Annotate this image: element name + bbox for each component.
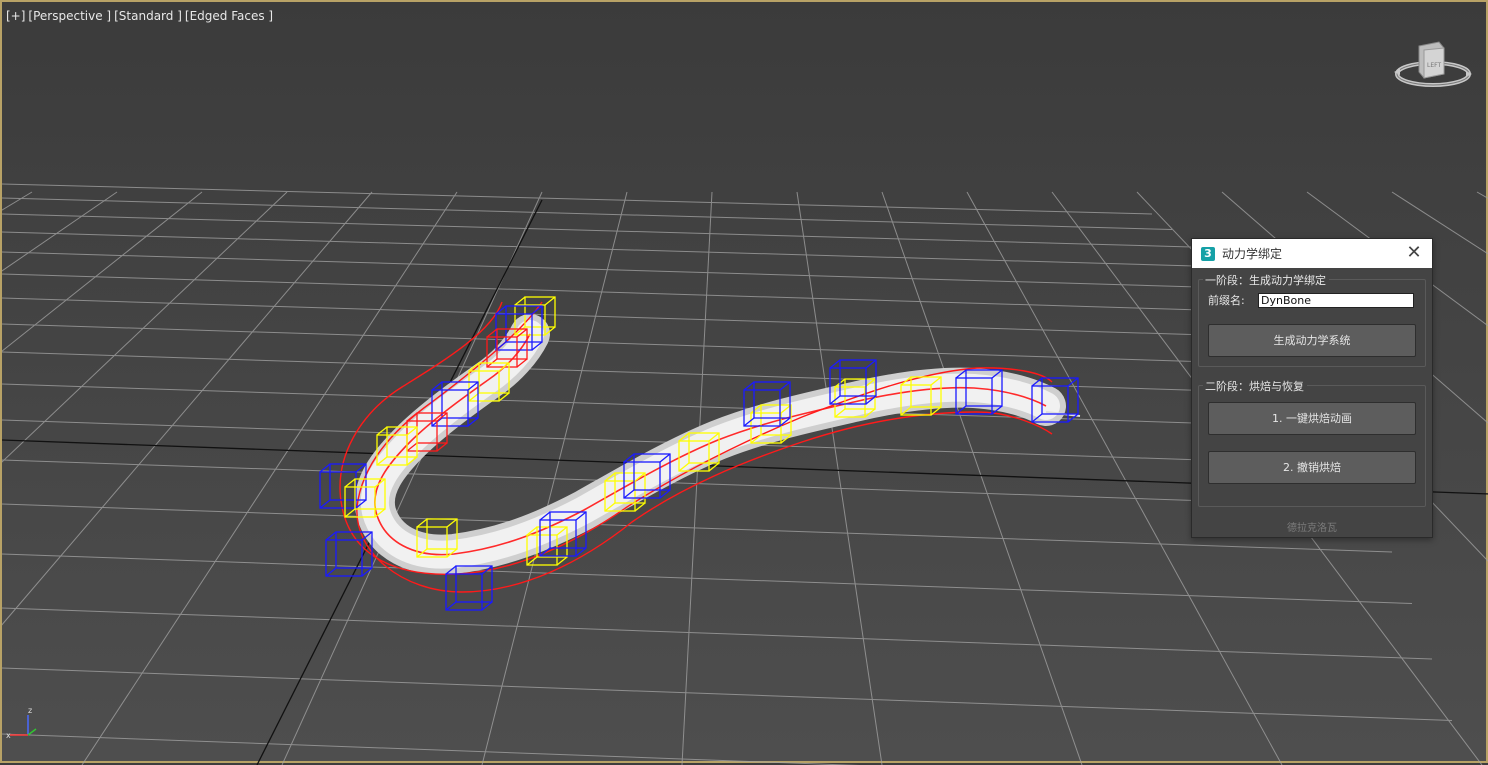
prefix-row: 前缀名: DynBone <box>1208 292 1414 308</box>
dialog-titlebar[interactable]: 3 动力学绑定 ✕ <box>1192 239 1432 268</box>
generate-dynamics-button[interactable]: 生成动力学系统 <box>1208 324 1416 357</box>
viewport-menu-shading[interactable]: [Edged Faces ] <box>185 9 273 23</box>
axis-tripod-icon: z x <box>6 706 37 740</box>
stage1-group: 一阶段：生成动力学绑定 前缀名: DynBone 生成动力学系统 <box>1198 272 1426 367</box>
snake-mesh <box>354 314 1081 575</box>
viewcube-icon[interactable]: LEFT <box>1392 32 1474 100</box>
3dsmax-app-icon: 3 <box>1201 246 1215 261</box>
viewport-menu-plus[interactable]: [+] <box>6 9 25 23</box>
viewport-menu-perspective[interactable]: [Perspective ] <box>28 9 111 23</box>
author-credit: 德拉克洛瓦 <box>1287 523 1337 534</box>
viewport-menu-standard[interactable]: [Standard ] <box>114 9 182 23</box>
dialog-title: 动力学绑定 <box>1222 247 1283 261</box>
viewport-label[interactable]: [+] [Perspective ] [Standard ] [Edged Faces… <box>6 9 276 23</box>
axis-z-label: z <box>28 706 32 715</box>
stage2-title: 二阶段：烘焙与恢复 <box>1203 378 1307 394</box>
dynamics-binding-dialog[interactable]: 3 动力学绑定 ✕ 一阶段：生成动力学绑定 前缀名: DynBone 生成动力学… <box>1191 238 1433 538</box>
viewcube-face-label: LEFT <box>1427 62 1441 69</box>
undo-bake-button[interactable]: 2. 撤销烘焙 <box>1208 451 1416 484</box>
prefix-input[interactable]: DynBone <box>1258 292 1414 308</box>
prefix-label: 前缀名: <box>1208 294 1245 307</box>
axis-x-label: x <box>6 731 11 740</box>
stage2-group: 二阶段：烘焙与恢复 1. 一键烘焙动画 2. 撤销烘焙 <box>1198 378 1426 507</box>
bake-animation-button[interactable]: 1. 一键烘焙动画 <box>1208 402 1416 435</box>
stage1-title: 一阶段：生成动力学绑定 <box>1203 272 1329 288</box>
close-icon[interactable]: ✕ <box>1404 243 1424 263</box>
